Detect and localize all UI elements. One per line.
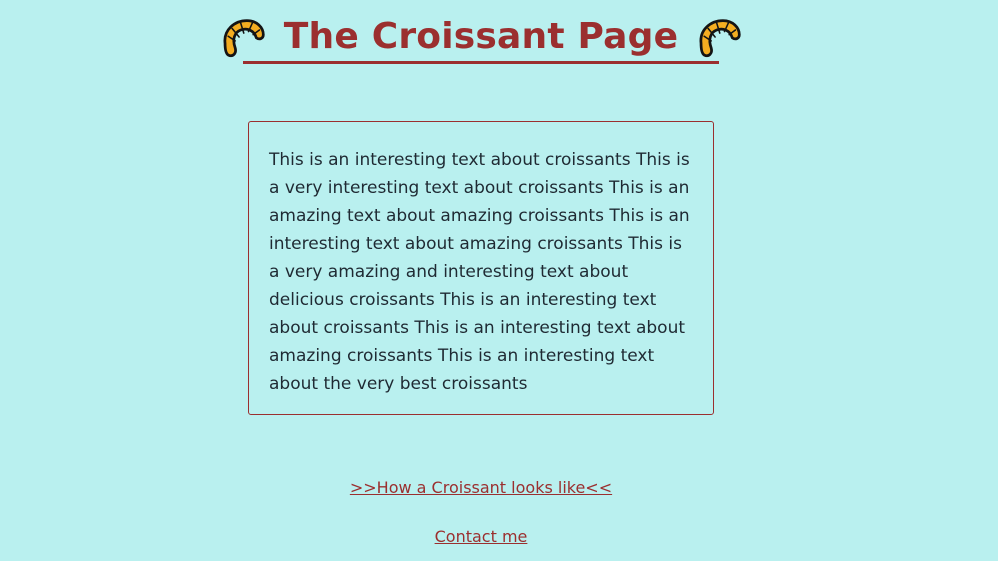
croissant-icon (218, 12, 268, 62)
content-paragraph: This is an interesting text about croiss… (269, 150, 690, 394)
content-box: This is an interesting text about croiss… (248, 121, 714, 415)
title-link[interactable]: The Croissant Page (223, 12, 741, 64)
page: The Croissant Page This is an interestin… (0, 0, 998, 561)
page-title: The Croissant Page (283, 15, 679, 57)
croissant-icon (694, 12, 744, 62)
contact-link[interactable]: Contact me (0, 527, 962, 546)
croissant-looks-link[interactable]: >>How a Croissant looks like<< (0, 478, 962, 497)
